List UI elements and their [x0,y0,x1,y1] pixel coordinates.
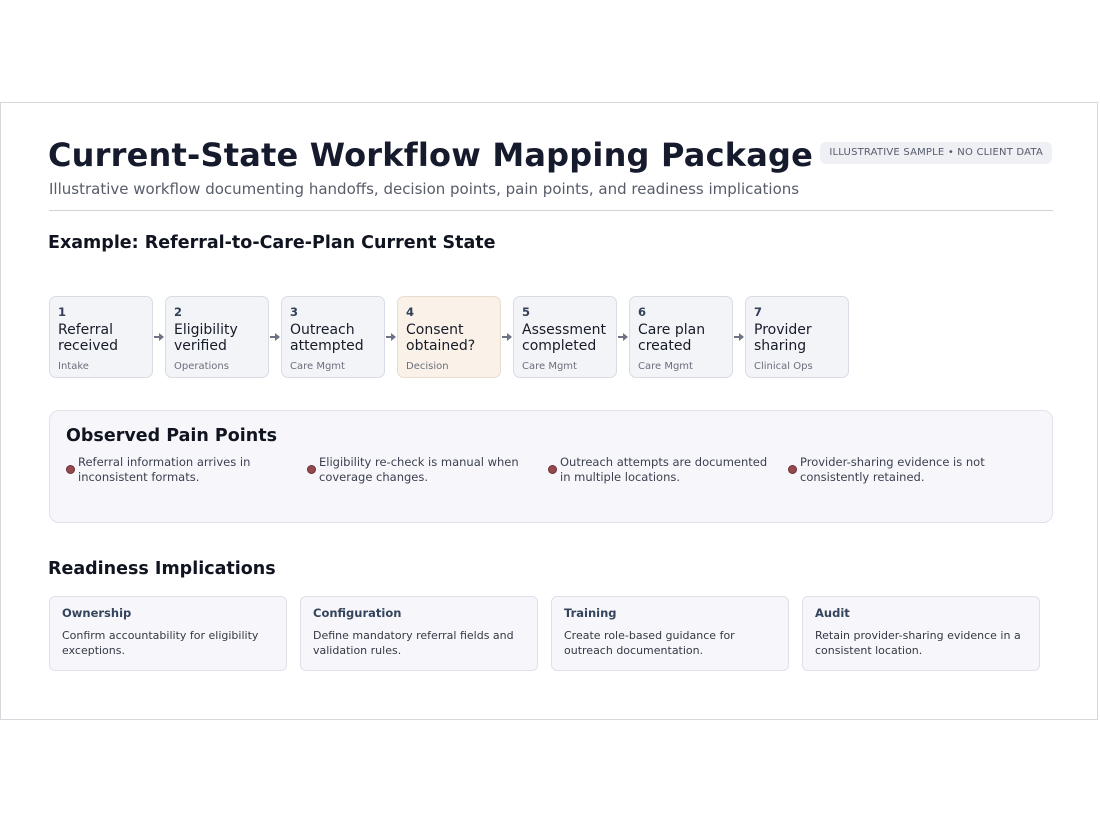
bullet-dot-icon [548,465,557,474]
step-number: 3 [290,305,299,319]
workflow-step-7: 7 Provider sharing Clinical Ops [745,296,849,378]
page-title: Current-State Workflow Mapping Package [48,136,814,174]
card-title: Training [564,606,617,620]
step-role: Decision [406,361,449,372]
step-role: Care Mgmt [522,361,577,372]
step-label: Referral received [58,322,119,354]
step-label: Provider sharing [754,322,812,354]
pain-points-panel: Observed Pain Points Referral informatio… [49,410,1053,523]
workflow-step-6: 6 Care plan created Care Mgmt [629,296,733,378]
arrow-right-icon [385,332,397,342]
step-label: Care plan created [638,322,706,354]
pain-point-text: Referral information arrives in inconsis… [78,455,251,484]
card-title: Configuration [313,606,402,620]
card-text: Define mandatory referral fields and val… [313,629,514,657]
workflow-step-2: 2 Eligibility verified Operations [165,296,269,378]
pain-point-text: Eligibility re-check is manual when cove… [319,455,519,484]
pain-point-item: Referral information arrives in inconsis… [66,455,291,485]
pain-points-heading: Observed Pain Points [66,426,278,446]
bullet-dot-icon [307,465,316,474]
mapping-package-page: Current-State Workflow Mapping Package I… [0,102,1098,720]
step-number: 4 [406,305,415,319]
page-subtitle: Illustrative workflow documenting handof… [49,180,800,198]
card-title: Audit [815,606,850,620]
step-label: Consent obtained? [406,322,476,354]
workflow-heading: Example: Referral-to-Care-Plan Current S… [48,233,496,253]
workflow-step-5: 5 Assessment completed Care Mgmt [513,296,617,378]
header-divider [49,210,1053,211]
readiness-cards: Ownership Confirm accountability for eli… [49,596,1040,671]
workflow-step-3: 3 Outreach attempted Care Mgmt [281,296,385,378]
workflow-diagram: 1 Referral received Intake 2 Eligibility… [49,296,849,378]
card-text: Create role-based guidance for outreach … [564,629,735,657]
step-label: Assessment completed [522,322,606,354]
readiness-card-audit: Audit Retain provider-sharing evidence i… [802,596,1040,671]
step-role: Care Mgmt [290,361,345,372]
step-role: Clinical Ops [754,361,813,372]
card-text: Confirm accountability for eligibility e… [62,629,259,657]
readiness-heading: Readiness Implications [48,559,276,579]
pain-point-item: Eligibility re-check is manual when cove… [307,455,532,485]
readiness-card-configuration: Configuration Define mandatory referral … [300,596,538,671]
step-number: 5 [522,305,531,319]
step-number: 1 [58,305,67,319]
arrow-right-icon [153,332,165,342]
readiness-card-training: Training Create role-based guidance for … [551,596,789,671]
bullet-dot-icon [788,465,797,474]
workflow-step-4-decision: 4 Consent obtained? Decision [397,296,501,378]
card-title: Ownership [62,606,132,620]
step-number: 7 [754,305,763,319]
arrow-right-icon [733,332,745,342]
pain-point-text: Outreach attempts are documented in mult… [560,455,768,484]
step-role: Intake [58,361,89,372]
card-text: Retain provider-sharing evidence in a co… [815,629,1021,657]
arrow-right-icon [617,332,629,342]
sample-badge: ILLUSTRATIVE SAMPLE • NO CLIENT DATA [820,142,1052,164]
step-role: Care Mgmt [638,361,693,372]
pain-point-text: Provider-sharing evidence is not consist… [800,455,985,484]
bullet-dot-icon [66,465,75,474]
arrow-right-icon [269,332,281,342]
pain-point-item: Provider-sharing evidence is not consist… [788,455,1013,485]
step-role: Operations [174,361,229,372]
step-label: Outreach attempted [290,322,364,354]
step-label: Eligibility verified [174,322,238,354]
arrow-right-icon [501,332,513,342]
step-number: 6 [638,305,647,319]
readiness-card-ownership: Ownership Confirm accountability for eli… [49,596,287,671]
step-number: 2 [174,305,183,319]
workflow-step-1: 1 Referral received Intake [49,296,153,378]
pain-point-item: Outreach attempts are documented in mult… [548,455,773,485]
